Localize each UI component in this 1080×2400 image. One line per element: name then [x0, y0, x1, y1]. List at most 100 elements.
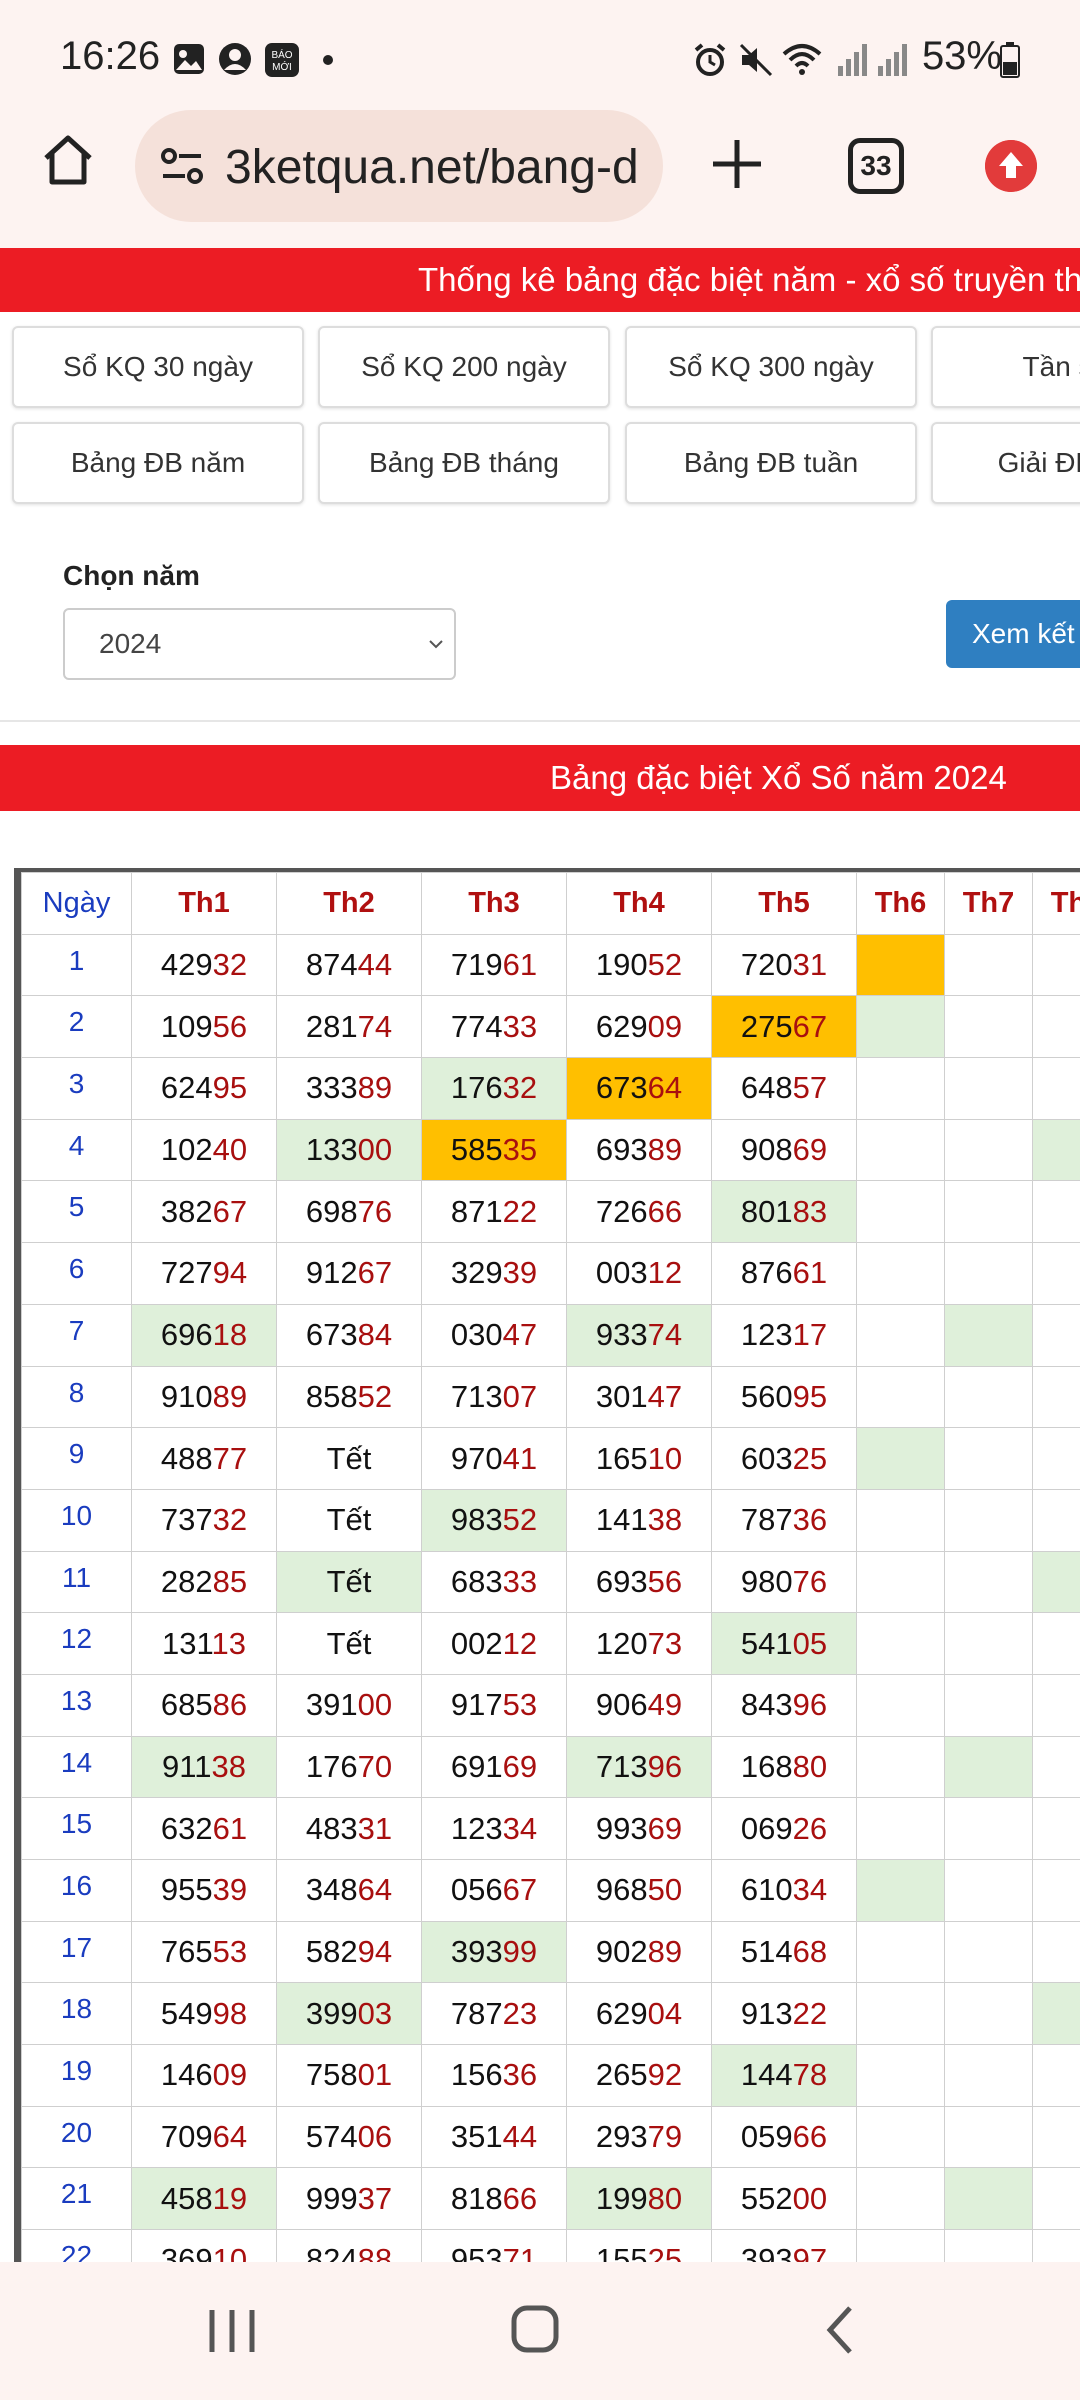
header-ngay: Ngày — [21, 872, 132, 935]
day-cell: 13 — [21, 1673, 132, 1737]
table-row: 22 36910 82488 95371 15525 39397 — [21, 2229, 1080, 2262]
phone-screen: 16:26 BÁO MỚI 53% 3ketqua.net/bang-d 33 T… — [0, 0, 1080, 2400]
result-cell: 91322 — [711, 1982, 857, 2046]
result-cell — [1032, 1673, 1080, 1737]
result-prefix: 691 — [450, 1748, 503, 1784]
result-cell: 28174 — [276, 995, 422, 1059]
result-cell — [1032, 1550, 1080, 1614]
result-suffix: 35 — [502, 1132, 538, 1168]
result-prefix: 648 — [740, 1070, 793, 1106]
result-prefix: 874 — [305, 947, 358, 983]
result-cell: 19052 — [566, 933, 712, 997]
result-cell — [1032, 1735, 1080, 1799]
result-cell: 06926 — [711, 1797, 857, 1860]
result-suffix: 10 — [212, 2242, 248, 2262]
result-prefix: 102 — [160, 1132, 213, 1168]
result-prefix: 713 — [450, 1378, 503, 1414]
result-suffix: 52 — [357, 1378, 393, 1414]
result-cell: 14478 — [711, 2044, 857, 2107]
nav-bang-db-thang[interactable]: Bảng ĐB tháng — [318, 422, 610, 504]
result-cell — [856, 1118, 945, 1182]
result-prefix: 980 — [740, 1563, 793, 1599]
result-prefix: 003 — [595, 1255, 648, 1291]
table-title-banner: Bảng đặc biệt Xổ Số năm 2024 — [0, 745, 1080, 811]
header-th4: Th4 — [566, 872, 712, 935]
result-prefix: 552 — [740, 2180, 793, 2216]
home-nav-icon[interactable] — [510, 2304, 560, 2354]
result-suffix: 94 — [212, 1255, 248, 1291]
result-prefix: 002 — [450, 1625, 503, 1661]
result-cell: 36910 — [131, 2229, 277, 2262]
result-cell: 71961 — [421, 933, 567, 997]
result-cell — [944, 2044, 1033, 2107]
nav-bang-db-nam[interactable]: Bảng ĐB năm — [12, 422, 304, 504]
site-info-icon[interactable] — [157, 142, 207, 192]
result-cell — [1032, 2044, 1080, 2107]
result-cell — [944, 1920, 1033, 1984]
result-cell — [944, 1859, 1033, 1922]
result-cell: 71307 — [421, 1365, 567, 1429]
back-icon[interactable] — [820, 2304, 860, 2356]
plus-icon[interactable] — [705, 132, 769, 196]
day-cell: 20 — [21, 2105, 132, 2169]
result-suffix: 80 — [792, 1748, 828, 1784]
result-cell: 98352 — [421, 1488, 567, 1552]
result-cell: 16510 — [566, 1427, 712, 1490]
update-icon[interactable] — [985, 140, 1037, 192]
system-nav-bar — [0, 2262, 1080, 2400]
nav-bang-db-tuan[interactable]: Bảng ĐB tuần — [625, 422, 917, 504]
result-prefix: 993 — [595, 1810, 648, 1846]
home-icon[interactable] — [38, 130, 98, 190]
result-cell: 15636 — [421, 2044, 567, 2107]
result-prefix: 683 — [450, 1563, 503, 1599]
table-row: 9 48877 Tết 97041 16510 60325 — [21, 1427, 1080, 1490]
result-prefix: 629 — [595, 1995, 648, 2031]
result-prefix: 758 — [305, 2057, 358, 2093]
table-row: 12 13113 Tết 00212 12073 54105 — [21, 1612, 1080, 1675]
result-cell: 63261 — [131, 1797, 277, 1860]
nav-tan-suat[interactable]: Tần suất — [931, 326, 1080, 408]
result-suffix: 57 — [792, 1070, 828, 1106]
result-suffix: 36 — [502, 2057, 538, 2093]
result-suffix: 69 — [792, 1132, 828, 1168]
nav-giai-db-nam[interactable]: Giải ĐB năm — [931, 422, 1080, 504]
result-prefix: 902 — [595, 1934, 648, 1970]
table-header-row: NgàyTh1Th2Th3Th4Th5Th6Th7Th8 — [21, 872, 1080, 935]
result-cell — [1032, 1118, 1080, 1182]
address-bar[interactable]: 3ketqua.net/bang-d — [135, 110, 663, 222]
result-suffix: 74 — [357, 1008, 393, 1044]
alarm-icon — [694, 43, 726, 76]
day-cell: 6 — [21, 1242, 132, 1305]
view-results-button[interactable]: Xem kết quả — [946, 600, 1080, 668]
table-row: 3 62495 33389 17632 67364 64857 — [21, 1057, 1080, 1120]
result-prefix: 156 — [450, 2057, 503, 2093]
recent-apps-icon[interactable] — [204, 2306, 260, 2356]
result-prefix: 393 — [740, 2242, 793, 2262]
nav-so-kq-30[interactable]: Sổ KQ 30 ngày — [12, 326, 304, 408]
result-prefix: 709 — [160, 2119, 213, 2155]
result-cell — [1032, 1859, 1080, 1922]
tabs-icon[interactable]: 33 — [848, 138, 904, 194]
result-cell: Tết — [276, 1550, 422, 1614]
nav-so-kq-200[interactable]: Sổ KQ 200 ngày — [318, 326, 610, 408]
result-cell: 13300 — [276, 1118, 422, 1182]
result-suffix: 67 — [502, 1872, 538, 1908]
result-suffix: 56 — [647, 1563, 683, 1599]
result-cell: 80183 — [711, 1180, 857, 1244]
status-bar: 16:26 BÁO MỚI 53% — [0, 0, 1080, 110]
result-prefix: 458 — [160, 2180, 213, 2216]
result-cell: 30147 — [566, 1365, 712, 1429]
result-prefix: 549 — [160, 1995, 213, 2031]
result-prefix: 155 — [595, 2242, 648, 2262]
result-suffix: 67 — [357, 1255, 393, 1291]
table-row: 5 38267 69876 87122 72666 80183 — [21, 1180, 1080, 1244]
nav-so-kq-300[interactable]: Sổ KQ 300 ngày — [625, 326, 917, 408]
year-select[interactable]: 2024 — [63, 608, 456, 680]
result-cell: 91267 — [276, 1242, 422, 1305]
result-prefix: 275 — [740, 1008, 793, 1044]
result-cell — [856, 933, 945, 997]
result-prefix: 876 — [740, 1255, 793, 1291]
day-cell: 10 — [21, 1488, 132, 1552]
result-cell: 33389 — [276, 1057, 422, 1120]
result-cell: 54998 — [131, 1982, 277, 2046]
